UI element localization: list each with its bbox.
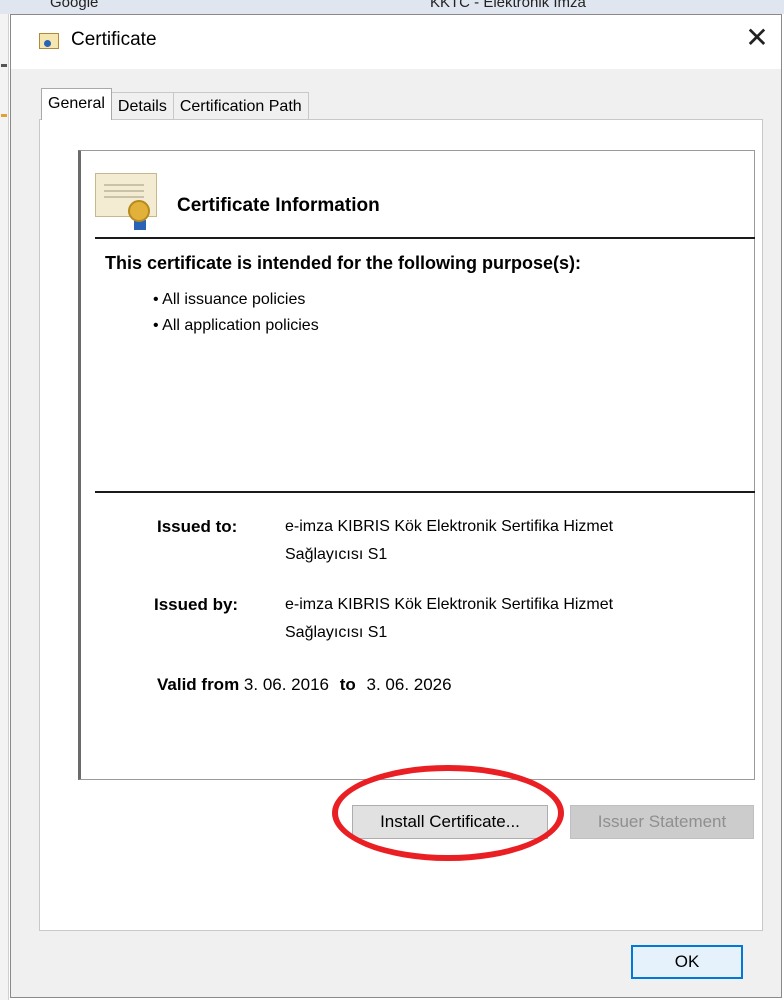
tab-general[interactable]: General <box>41 88 112 120</box>
valid-to-date: 3. 06. 2026 <box>366 675 452 694</box>
purpose-item: All issuance policies <box>153 287 319 313</box>
background-mark <box>1 64 7 67</box>
certificate-info-box: Certificate Information This certificate… <box>78 150 755 780</box>
background-mark <box>1 114 7 117</box>
issued-to-line: e-imza KIBRIS Kök Elektronik Sertifika H… <box>285 518 614 535</box>
certificate-lines <box>104 184 144 186</box>
issued-by-line: e-imza KIBRIS Kök Elektronik Sertifika H… <box>285 596 614 613</box>
general-tab-panel: Certificate Information This certificate… <box>39 119 763 931</box>
ok-button[interactable]: OK <box>631 945 743 979</box>
issued-by-label: Issued by: <box>154 595 239 614</box>
valid-from-label: Valid from <box>157 675 240 694</box>
seal-icon <box>128 200 150 222</box>
valid-to-label: to <box>339 675 356 694</box>
purpose-heading: This certificate is intended for the fol… <box>105 253 582 273</box>
purpose-item: All application policies <box>153 313 319 339</box>
tab-details[interactable]: Details <box>110 92 174 120</box>
divider <box>95 237 755 239</box>
dialog-title: Certificate <box>71 29 157 50</box>
issuer-statement-button[interactable]: Issuer Statement <box>570 805 754 839</box>
valid-from-date: 3. 06. 2016 <box>243 675 329 694</box>
background-tab-elektronik-imza: KKTC - Elektronik İmza <box>430 0 586 11</box>
tab-certification-path[interactable]: Certification Path <box>172 92 309 120</box>
purpose-list: All issuance policies All application po… <box>153 287 319 339</box>
certificate-icon <box>95 173 157 230</box>
tab-strip: General Details Certification Path <box>41 88 309 120</box>
divider <box>95 491 755 493</box>
install-certificate-button[interactable]: Install Certificate... <box>352 805 548 839</box>
title-bar[interactable]: Certificate ✕ <box>11 15 781 69</box>
background-browser-tabstrip: Google KKTC - Elektronik İmza <box>0 0 784 14</box>
validity-row: Valid from 3. 06. 2016 to 3. 06. 2026 <box>157 675 452 695</box>
issued-to-value: e-imza KIBRIS Kök Elektronik Sertifika H… <box>285 513 745 569</box>
issued-by-line: Sağlayıcısı S1 <box>285 624 388 641</box>
background-window-edge <box>0 14 9 1000</box>
section-title: Certificate Information <box>177 195 380 216</box>
issued-to-line: Sağlayıcısı S1 <box>285 546 388 563</box>
certificate-dialog: Certificate ✕ General Details Certificat… <box>10 14 782 998</box>
issued-to-label: Issued to: <box>157 517 238 536</box>
close-button[interactable]: ✕ <box>739 21 775 57</box>
issued-by-value: e-imza KIBRIS Kök Elektronik Sertifika H… <box>285 591 745 647</box>
background-tab-google: Google <box>50 0 99 11</box>
certificate-icon <box>39 33 59 49</box>
